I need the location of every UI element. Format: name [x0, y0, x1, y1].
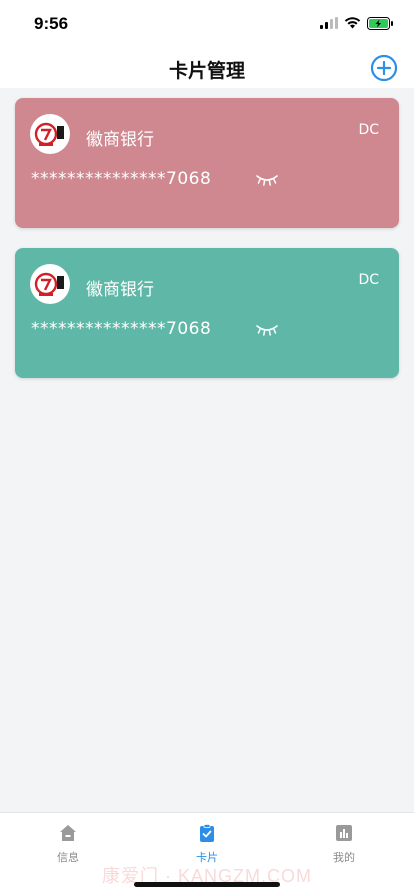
bank-logo-icon	[30, 114, 70, 154]
wifi-icon	[344, 17, 361, 29]
card-type: DC	[358, 122, 379, 138]
card-clipboard-icon	[200, 824, 214, 842]
bank-name: 徽商银行	[86, 280, 154, 300]
bank-logo-icon	[30, 264, 70, 304]
battery-charging-icon	[367, 16, 393, 30]
card-list: 徽商银行 DC ***************7068 徽商银行 DC ****…	[0, 88, 414, 816]
card-number: ***************7068	[31, 319, 212, 339]
eye-closed-icon	[256, 175, 278, 186]
bank-name: 徽商银行	[86, 130, 154, 150]
bank-card[interactable]: 徽商银行 DC ***************7068	[15, 248, 399, 378]
bank-card[interactable]: 徽商银行 DC ***************7068	[15, 98, 399, 228]
page-title: 卡片管理	[168, 60, 245, 82]
visibility-toggle-button[interactable]	[255, 172, 279, 188]
home-icon	[60, 825, 76, 841]
status-time: 9:56	[34, 14, 69, 33]
card-number: ***************7068	[31, 169, 212, 189]
add-card-button[interactable]	[370, 54, 398, 82]
status-icons	[320, 15, 394, 31]
visibility-toggle-button[interactable]	[255, 322, 279, 338]
home-indicator	[134, 882, 280, 887]
eye-closed-icon	[256, 325, 278, 336]
status-bar: 9:56	[0, 0, 414, 48]
signal-icon	[320, 17, 338, 29]
card-type: DC	[358, 272, 379, 288]
navigation-bar: 卡片管理	[0, 48, 414, 88]
plus-circle-icon	[370, 54, 398, 82]
profile-chart-icon	[336, 825, 352, 841]
